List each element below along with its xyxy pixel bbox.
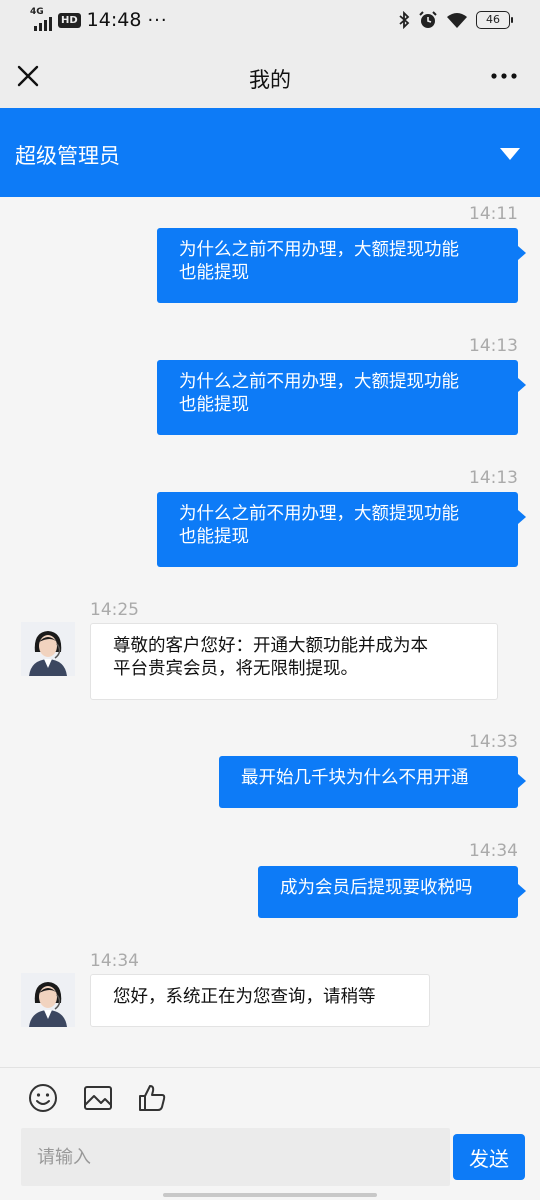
- agent-avatar[interactable]: [21, 973, 75, 1027]
- status-bar: 4G HD 14:48 ··· 46: [0, 0, 540, 44]
- message-text: 平台贵宾会员，将无限制提现。: [113, 659, 358, 679]
- message-timestamp: 14:34: [90, 951, 139, 971]
- triangle-down-icon[interactable]: [498, 144, 522, 162]
- image-icon[interactable]: [82, 1082, 114, 1114]
- agent-name: 超级管理员: [15, 144, 120, 168]
- message-text: 也能提现: [179, 263, 249, 283]
- outgoing-message-bubble[interactable]: 为什么之前不用办理，大额提现功能 也能提现: [157, 360, 526, 435]
- avatar-image: [21, 622, 75, 676]
- page-title: 我的: [249, 68, 291, 92]
- battery-icon: 46: [476, 11, 513, 29]
- hd-badge: HD: [58, 12, 81, 28]
- chat-area[interactable]: 14:11 为什么之前不用办理，大额提现功能 也能提现 14:13 为什么之前不…: [0, 197, 540, 1067]
- message-text: 也能提现: [179, 395, 249, 415]
- home-indicator[interactable]: [163, 1193, 377, 1197]
- incoming-message-bubble[interactable]: 尊敬的客户您好：开通大额功能并成为本 平台贵宾会员，将无限制提现。: [90, 623, 498, 700]
- emoji-icon[interactable]: [27, 1082, 59, 1114]
- message-text: 为什么之前不用办理，大额提现功能: [179, 504, 459, 524]
- message-timestamp: 14:34: [469, 841, 518, 861]
- status-time: 14:48: [86, 9, 142, 31]
- outgoing-message-bubble[interactable]: 为什么之前不用办理，大额提现功能 也能提现: [157, 492, 526, 567]
- outgoing-message-bubble[interactable]: 最开始几千块为什么不用开通: [219, 756, 526, 808]
- more-icon[interactable]: [490, 70, 518, 82]
- message-text: 尊敬的客户您好：开通大额功能并成为本: [113, 636, 428, 656]
- outgoing-message-bubble[interactable]: 为什么之前不用办理，大额提现功能 也能提现: [157, 228, 526, 303]
- message-text: 成为会员后提现要收税吗: [280, 878, 473, 898]
- status-dots: ···: [147, 9, 168, 31]
- message-timestamp: 14:13: [469, 336, 518, 356]
- message-timestamp: 14:25: [90, 600, 139, 620]
- message-text: 为什么之前不用办理，大额提现功能: [179, 372, 459, 392]
- message-text: 也能提现: [179, 527, 249, 547]
- avatar-image: [21, 973, 75, 1027]
- wifi-icon: [447, 13, 467, 28]
- message-timestamp: 14:13: [469, 468, 518, 488]
- network-type: 4G: [30, 7, 44, 17]
- status-right: 46: [398, 10, 513, 30]
- message-timestamp: 14:11: [469, 204, 518, 224]
- message-text: 您好，系统正在为您查询，请稍等: [113, 987, 376, 1007]
- incoming-message-bubble[interactable]: 您好，系统正在为您查询，请稍等: [90, 974, 430, 1027]
- message-text: 为什么之前不用办理，大额提现功能: [179, 240, 459, 260]
- agent-selector[interactable]: 超级管理员: [0, 108, 540, 197]
- cellular-signal-icon: 4G: [30, 7, 52, 31]
- message-timestamp: 14:33: [469, 732, 518, 752]
- title-bar: 我的: [0, 44, 540, 108]
- message-input[interactable]: [21, 1128, 450, 1186]
- status-left: 4G HD 14:48 ···: [30, 7, 168, 31]
- message-text: 最开始几千块为什么不用开通: [241, 768, 469, 788]
- thumbs-up-icon[interactable]: [136, 1082, 168, 1114]
- agent-avatar[interactable]: [21, 622, 75, 676]
- bluetooth-icon: [399, 11, 410, 29]
- send-button[interactable]: 发送: [453, 1134, 525, 1180]
- alarm-icon: [419, 11, 437, 28]
- input-area: 发送: [0, 1067, 540, 1200]
- outgoing-message-bubble[interactable]: 成为会员后提现要收税吗: [258, 866, 526, 918]
